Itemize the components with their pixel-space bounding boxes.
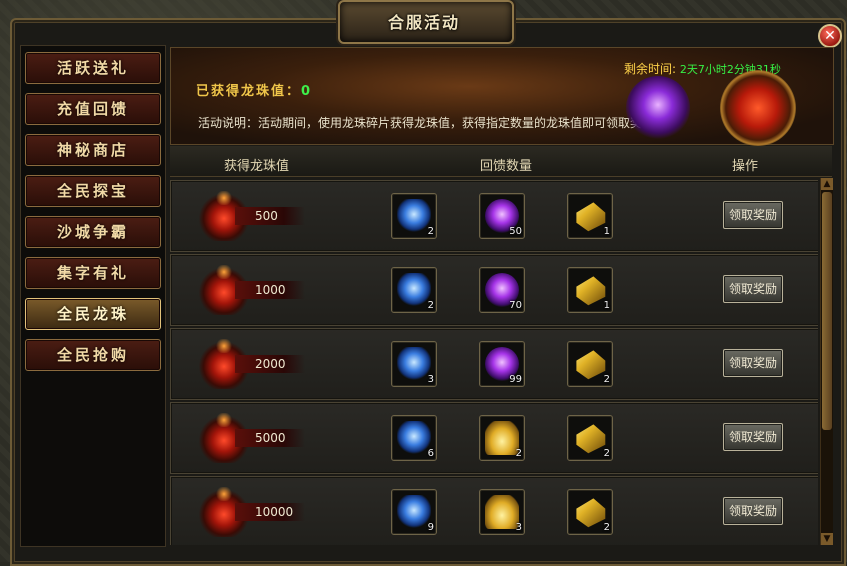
dragon-ball-value: 已获得龙珠值：0 bbox=[196, 80, 312, 99]
requirement-value: 1000 bbox=[255, 283, 286, 297]
reward-slot[interactable]: 6 bbox=[391, 415, 437, 461]
reward-slot[interactable]: 1 bbox=[567, 267, 613, 313]
reward-slot[interactable]: 1 bbox=[567, 193, 613, 239]
gold-bars-icon bbox=[576, 276, 606, 306]
gold-bars-icon bbox=[576, 424, 606, 454]
header-action: 操作 bbox=[732, 159, 759, 174]
reward-qty: 2 bbox=[603, 374, 610, 385]
gold-bars-icon bbox=[576, 498, 606, 528]
gold-bars-icon bbox=[576, 202, 606, 232]
requirement-value: 5000 bbox=[255, 431, 286, 445]
reward-qty: 1 bbox=[603, 226, 610, 237]
scroll-down-arrow-icon[interactable]: ▼ bbox=[821, 533, 833, 545]
reward-slot[interactable]: 99 bbox=[479, 341, 525, 387]
header-dragon-value: 获得龙珠值 bbox=[224, 159, 290, 174]
reward-qty: 70 bbox=[509, 300, 522, 311]
reward-slot[interactable]: 2 bbox=[391, 267, 437, 313]
reward-qty: 2 bbox=[603, 448, 610, 459]
claim-reward-button[interactable]: 领取奖励 bbox=[723, 201, 783, 229]
sidebar-item-treasure-hunt[interactable]: 全民探宝 bbox=[25, 175, 161, 207]
scroll-up-arrow-icon[interactable]: ▲ bbox=[821, 178, 833, 190]
reward-qty: 2 bbox=[515, 448, 522, 459]
reward-qty: 3 bbox=[427, 374, 434, 385]
sidebar-item-recharge[interactable]: 充值回馈 bbox=[25, 93, 161, 125]
purple-dragon-orb-icon bbox=[626, 76, 690, 140]
reward-qty: 9 bbox=[427, 522, 434, 533]
reward-qty: 2 bbox=[427, 226, 434, 237]
blue-crystal-icon bbox=[397, 495, 431, 529]
reward-qty: 6 bbox=[427, 448, 434, 459]
claim-reward-button[interactable]: 领取奖励 bbox=[723, 349, 783, 377]
header-rewards: 回馈数量 bbox=[480, 159, 533, 174]
reward-slot[interactable]: 3 bbox=[479, 489, 525, 535]
claim-reward-button[interactable]: 领取奖励 bbox=[723, 497, 783, 525]
requirement-value: 500 bbox=[255, 209, 278, 223]
sidebar-item-flash-sale[interactable]: 全民抢购 bbox=[25, 339, 161, 371]
sidebar-item-word-collect[interactable]: 集字有礼 bbox=[25, 257, 161, 289]
reward-qty: 50 bbox=[509, 226, 522, 237]
reward-list: 500 2 50 1 领取奖励 1000 2 70 1 领取奖励 2000 3 … bbox=[170, 178, 818, 545]
dragon-ball-value-number: 0 bbox=[301, 84, 313, 99]
reward-slot[interactable]: 2 bbox=[479, 415, 525, 461]
table-row: 10000 9 3 2 领取奖励 bbox=[170, 476, 818, 545]
gold-ingot-icon bbox=[485, 421, 519, 455]
reward-qty: 2 bbox=[603, 522, 610, 533]
activity-description: 活动说明：活动期间，使用龙珠碎片获得龙珠值，获得指定数量的龙珠值即可领取奖励 bbox=[198, 116, 655, 130]
table-row: 1000 2 70 1 领取奖励 bbox=[170, 254, 818, 326]
reward-qty: 3 bbox=[515, 522, 522, 533]
sidebar-item-mystery-shop[interactable]: 神秘商店 bbox=[25, 134, 161, 166]
reward-slot[interactable]: 3 bbox=[391, 341, 437, 387]
blue-crystal-icon bbox=[397, 347, 431, 381]
remaining-time-label: 剩余时间: bbox=[624, 62, 677, 76]
reward-qty: 1 bbox=[603, 300, 610, 311]
table-row: 5000 6 2 2 领取奖励 bbox=[170, 402, 818, 474]
blue-crystal-icon bbox=[397, 199, 431, 233]
blue-crystal-icon bbox=[397, 421, 431, 455]
reward-slot[interactable]: 70 bbox=[479, 267, 525, 313]
gold-bars-icon bbox=[576, 350, 606, 380]
claim-reward-button[interactable]: 领取奖励 bbox=[723, 423, 783, 451]
reward-qty: 2 bbox=[427, 300, 434, 311]
reward-slot[interactable]: 2 bbox=[391, 193, 437, 239]
scroll-thumb[interactable] bbox=[822, 192, 832, 430]
table-row: 500 2 50 1 领取奖励 bbox=[170, 180, 818, 252]
scrollbar[interactable]: ▲ ▼ bbox=[820, 178, 833, 545]
window-title: 合服活动 bbox=[387, 13, 460, 32]
reward-slot[interactable]: 2 bbox=[567, 341, 613, 387]
sidebar-item-castle-war[interactable]: 沙城争霸 bbox=[25, 216, 161, 248]
reward-slot[interactable]: 9 bbox=[391, 489, 437, 535]
dragon-ball-value-label: 已获得龙珠值： bbox=[196, 84, 302, 99]
claim-reward-button[interactable]: 领取奖励 bbox=[723, 275, 783, 303]
blue-crystal-icon bbox=[397, 273, 431, 307]
reward-slot[interactable]: 2 bbox=[567, 415, 613, 461]
close-icon: ✕ bbox=[824, 28, 836, 44]
sidebar-item-dragon-ball[interactable]: 全民龙珠 bbox=[25, 298, 161, 330]
reward-slot[interactable]: 50 bbox=[479, 193, 525, 239]
sidebar-item-active-gift[interactable]: 活跃送礼 bbox=[25, 52, 161, 84]
table-row: 2000 3 99 2 领取奖励 bbox=[170, 328, 818, 400]
gold-ingot-icon bbox=[485, 495, 519, 529]
reward-qty: 99 bbox=[509, 374, 522, 385]
close-button[interactable]: ✕ bbox=[818, 24, 842, 48]
requirement-value: 10000 bbox=[255, 505, 294, 519]
sidebar: 活跃送礼 充值回馈 神秘商店 全民探宝 沙城争霸 集字有礼 全民龙珠 全民抢购 bbox=[20, 45, 166, 547]
requirement-value: 2000 bbox=[255, 357, 286, 371]
reward-slot[interactable]: 2 bbox=[567, 489, 613, 535]
red-dragon-orb-icon bbox=[720, 70, 796, 146]
